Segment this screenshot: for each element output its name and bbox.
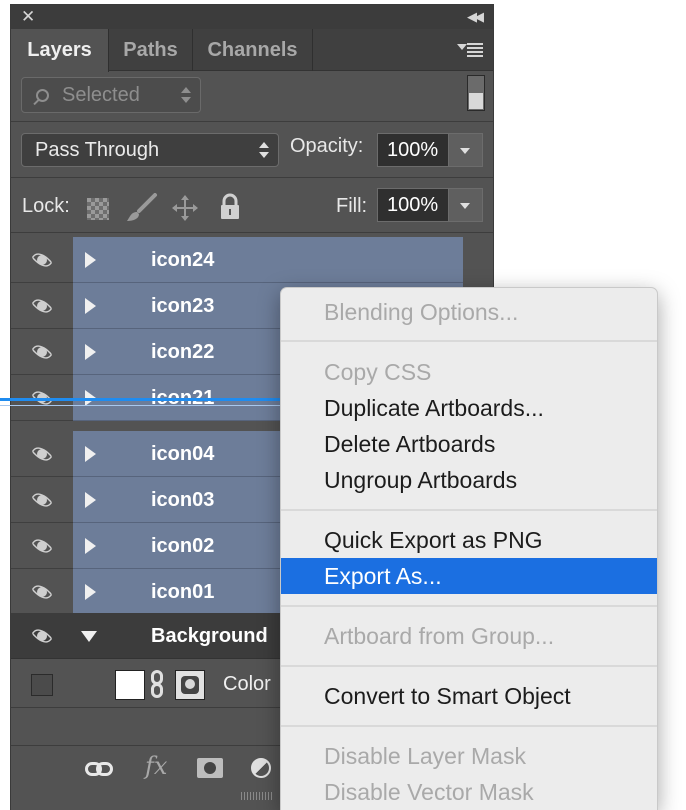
double-chevron-icon[interactable]: ◀◀ xyxy=(467,8,484,26)
link-layers-icon[interactable] xyxy=(85,762,115,776)
layer-name: icon02 xyxy=(151,535,215,557)
disclosure-triangle-icon[interactable] xyxy=(85,252,96,268)
lock-label: Lock: xyxy=(22,195,70,217)
panel-menu-icon[interactable] xyxy=(457,43,483,57)
resize-grip[interactable] xyxy=(241,792,273,800)
disclosure-triangle-icon[interactable] xyxy=(85,446,96,462)
layer-name: icon03 xyxy=(151,489,215,511)
eye-icon[interactable] xyxy=(29,341,55,363)
layer-name: icon22 xyxy=(151,341,215,363)
layer-name: icon01 xyxy=(151,581,215,603)
select-arrows-icon xyxy=(259,142,269,158)
menu-item-copy-css: Copy CSS xyxy=(324,359,432,385)
move-icon[interactable] xyxy=(171,194,199,222)
tab-layers[interactable]: Layers xyxy=(11,29,109,72)
opacity-input[interactable]: 100% xyxy=(377,133,449,167)
eye-icon[interactable] xyxy=(29,443,55,465)
tab-paths[interactable]: Paths xyxy=(109,29,193,71)
menu-item-disable-layer-mask: Disable Layer Mask xyxy=(324,743,526,769)
filter-toggle[interactable] xyxy=(467,75,485,111)
layer-row[interactable]: icon24 xyxy=(11,237,493,283)
panel-tabs: Layers Paths Channels xyxy=(11,29,493,72)
menu-item-delete-artboards[interactable]: Delete Artboards xyxy=(281,426,657,462)
opacity-label: Opacity: xyxy=(290,135,364,157)
eye-icon[interactable] xyxy=(29,625,55,647)
layer-filter-value: Selected xyxy=(62,84,140,106)
layer-name: icon23 xyxy=(151,295,215,317)
disclosure-triangle-icon[interactable] xyxy=(85,584,96,600)
fill-label: Fill: xyxy=(336,195,368,217)
visibility-checkbox[interactable] xyxy=(31,674,53,696)
layer-name: icon24 xyxy=(151,249,215,271)
drop-indicator-shadow xyxy=(0,405,300,406)
tab-channels[interactable]: Channels xyxy=(193,29,313,71)
opacity-dropdown-button[interactable] xyxy=(449,133,483,167)
chain-link-icon[interactable] xyxy=(149,670,165,700)
layer-name: Background xyxy=(151,625,268,647)
menu-item-ungroup-artboards[interactable]: Ungroup Artboards xyxy=(281,462,657,498)
select-arrows-icon xyxy=(181,87,191,103)
fx-icon[interactable]: fx xyxy=(145,752,167,780)
vector-mask-thumbnail[interactable] xyxy=(175,670,205,700)
disclosure-open-icon[interactable] xyxy=(81,631,97,642)
fill-input[interactable]: 100% xyxy=(377,188,449,222)
disclosure-triangle-icon[interactable] xyxy=(85,538,96,554)
eye-icon[interactable] xyxy=(29,581,55,603)
eye-icon[interactable] xyxy=(29,295,55,317)
menu-item-artboard-from-group: Artboard from Group... xyxy=(324,623,555,649)
add-mask-icon[interactable] xyxy=(197,758,223,778)
layer-thumbnail[interactable] xyxy=(115,670,145,700)
disclosure-triangle-icon[interactable] xyxy=(85,298,96,314)
layer-name: icon04 xyxy=(151,443,215,465)
context-menu: Blending Options... Copy CSS Duplicate A… xyxy=(280,287,658,810)
brush-icon[interactable] xyxy=(125,193,159,223)
close-icon[interactable]: ✕ xyxy=(21,7,35,27)
adjustment-layer-icon[interactable] xyxy=(251,758,271,778)
menu-item-export-as[interactable]: Export As... xyxy=(281,558,657,594)
menu-item-quick-export-png[interactable]: Quick Export as PNG xyxy=(281,522,657,558)
eye-icon[interactable] xyxy=(29,489,55,511)
blend-mode-select[interactable]: Pass Through xyxy=(21,133,279,167)
layer-name: Color xyxy=(223,673,271,695)
disclosure-triangle-icon[interactable] xyxy=(85,344,96,360)
padlock-icon[interactable] xyxy=(219,193,241,221)
drop-indicator-line xyxy=(0,398,300,401)
checkerboard-icon[interactable] xyxy=(87,198,109,220)
menu-item-disable-vector-mask: Disable Vector Mask xyxy=(324,779,534,805)
eye-icon[interactable] xyxy=(29,535,55,557)
disclosure-triangle-icon[interactable] xyxy=(85,492,96,508)
fill-dropdown-button[interactable] xyxy=(449,188,483,222)
menu-item-duplicate-artboards[interactable]: Duplicate Artboards... xyxy=(281,390,657,426)
panel-titlebar: ✕ ◀◀ xyxy=(11,5,493,29)
blend-mode-value: Pass Through xyxy=(35,139,160,161)
search-icon xyxy=(36,89,49,102)
menu-item-convert-smart-object[interactable]: Convert to Smart Object xyxy=(281,678,657,714)
layer-filter-select[interactable]: Selected xyxy=(21,77,201,113)
eye-icon[interactable] xyxy=(29,249,55,271)
menu-item-blending-options: Blending Options... xyxy=(324,299,519,325)
